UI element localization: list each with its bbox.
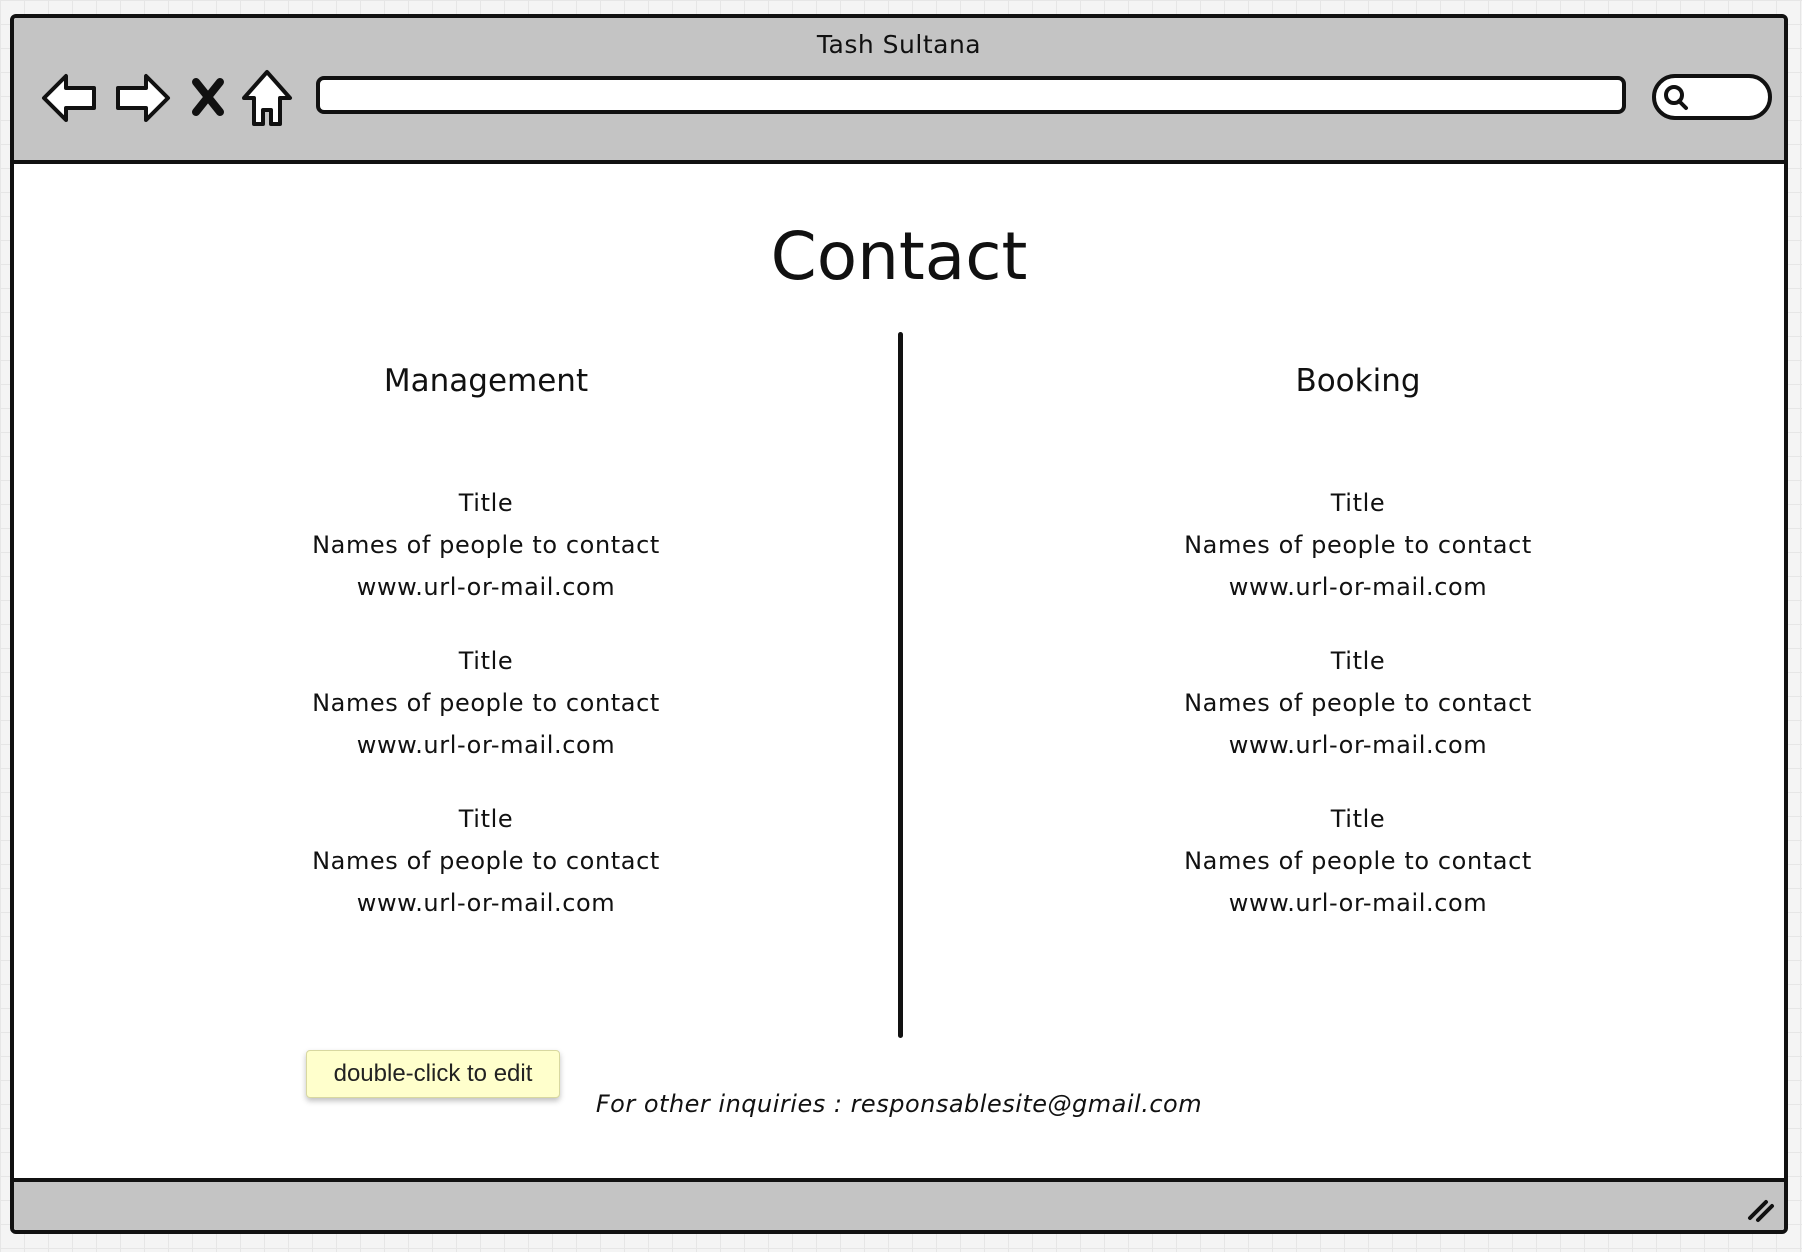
address-bar[interactable]	[316, 76, 1626, 114]
contact-names: Names of people to contact	[312, 531, 660, 559]
search-icon	[1664, 85, 1688, 110]
contact-title: Title	[458, 805, 514, 833]
back-arrow-icon[interactable]	[40, 66, 100, 130]
contact-names: Names of people to contact	[1184, 689, 1532, 717]
contact-entry: Title Names of people to contact www.url…	[186, 798, 786, 924]
page-title: Contact	[770, 218, 1028, 295]
contact-title: Title	[1330, 647, 1386, 675]
browser-toolbar: Tash Sultana	[14, 18, 1784, 164]
contact-entry: Title Names of people to contact www.url…	[186, 482, 786, 608]
browser-window: Tash Sultana Contact Management Title Na…	[10, 14, 1788, 1234]
close-x-icon[interactable]	[186, 66, 230, 130]
management-heading: Management	[383, 363, 589, 399]
contact-url[interactable]: www.url-or-mail.com	[186, 724, 786, 766]
contact-entry: Title Names of people to contact www.url…	[1058, 798, 1658, 924]
booking-column: Booking Title Names of people to contact…	[1058, 358, 1658, 956]
contact-title: Title	[1330, 805, 1386, 833]
forward-arrow-icon[interactable]	[112, 66, 172, 130]
window-title: Tash Sultana	[816, 30, 982, 59]
contact-names: Names of people to contact	[312, 689, 660, 717]
management-column: Management Title Names of people to cont…	[186, 358, 786, 956]
contact-url[interactable]: www.url-or-mail.com	[186, 566, 786, 608]
contact-names: Names of people to contact	[1184, 531, 1532, 559]
contact-url[interactable]: www.url-or-mail.com	[1058, 882, 1658, 924]
footer-inquiries[interactable]: For other inquiries : responsablesite@gm…	[14, 1090, 1784, 1118]
contact-url[interactable]: www.url-or-mail.com	[1058, 724, 1658, 766]
search-field[interactable]	[1652, 74, 1772, 120]
status-bar	[14, 1178, 1784, 1230]
contact-entry: Title Names of people to contact www.url…	[1058, 482, 1658, 608]
contact-title: Title	[1330, 489, 1386, 517]
contact-url[interactable]: www.url-or-mail.com	[186, 882, 786, 924]
contact-title: Title	[458, 489, 514, 517]
column-divider	[898, 332, 903, 1038]
contact-url[interactable]: www.url-or-mail.com	[1058, 566, 1658, 608]
contact-names: Names of people to contact	[1184, 847, 1532, 875]
resize-grip-icon[interactable]	[1746, 1194, 1776, 1224]
booking-heading: Booking	[1295, 363, 1421, 399]
contact-entry: Title Names of people to contact www.url…	[1058, 640, 1658, 766]
contact-title: Title	[458, 647, 514, 675]
home-icon[interactable]	[240, 66, 294, 130]
contact-names: Names of people to contact	[312, 847, 660, 875]
contact-entry: Title Names of people to contact www.url…	[186, 640, 786, 766]
